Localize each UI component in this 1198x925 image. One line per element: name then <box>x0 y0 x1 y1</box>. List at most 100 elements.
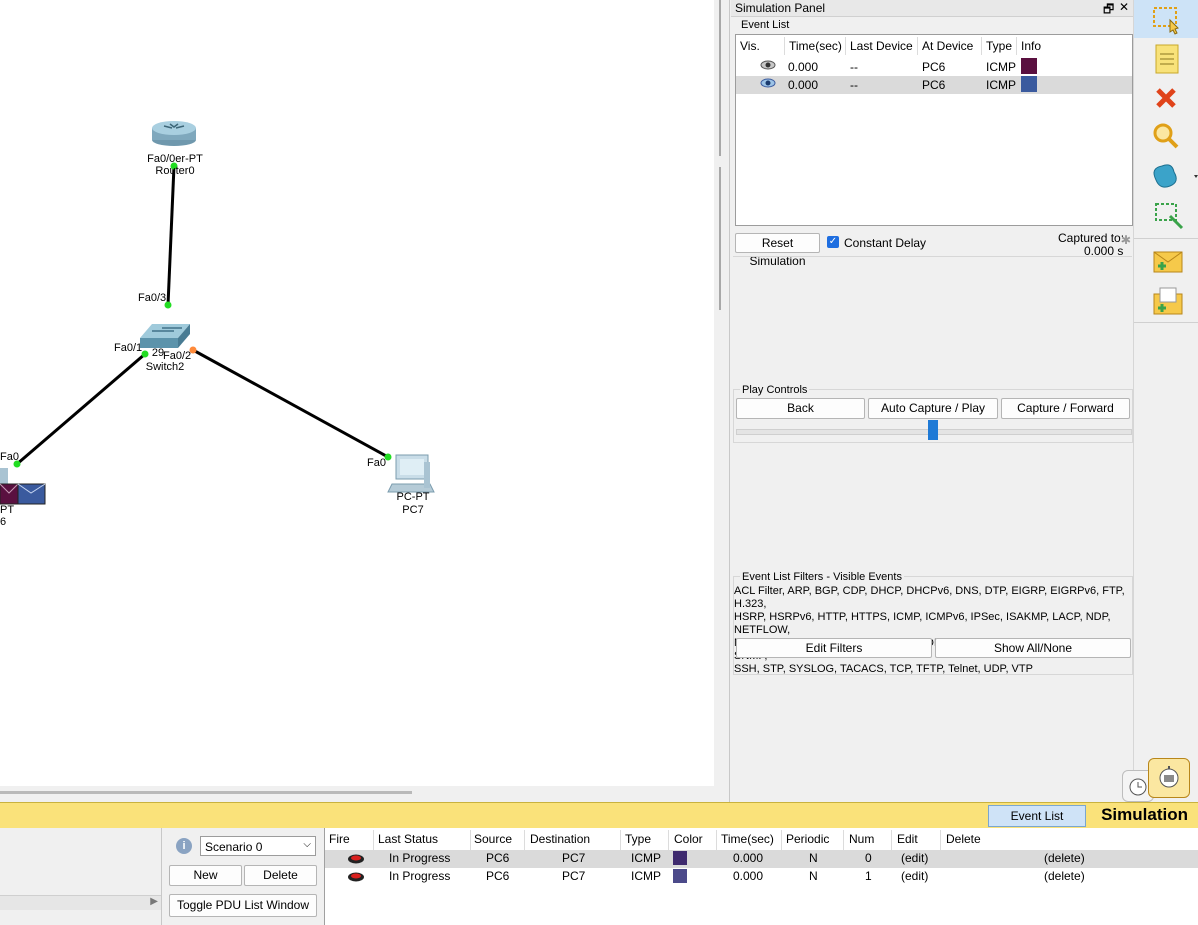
col-header[interactable]: Edit <box>897 832 918 846</box>
horizontal-scrollbar[interactable] <box>0 791 412 794</box>
col-header[interactable]: Delete <box>946 832 981 846</box>
auto-capture-play-button[interactable]: Auto Capture / Play <box>868 398 998 419</box>
delete-scenario-button[interactable]: Delete <box>244 865 317 886</box>
link-switch-pc6 <box>16 352 146 466</box>
col-header[interactable]: Color <box>674 832 703 846</box>
pdu-source: PC6 <box>486 851 510 865</box>
scroll-strip[interactable]: ▶ <box>0 895 161 910</box>
col-header[interactable]: Num <box>849 832 874 846</box>
show-all-none-button[interactable]: Show All/None <box>935 638 1131 658</box>
col-header[interactable]: Time(sec) <box>721 832 774 846</box>
draw-shape-tool[interactable] <box>1146 158 1198 194</box>
constant-delay-label: Constant Delay <box>844 236 927 250</box>
col-header[interactable]: Last Status <box>378 832 438 846</box>
pdu-time: 0.000 <box>733 869 764 883</box>
col-header[interactable]: Fire <box>329 832 350 846</box>
back-button[interactable]: Back <box>736 398 865 419</box>
filter-list: ACL Filter, ARP, BGP, CDP, DHCP, DHCPv6,… <box>734 585 1132 676</box>
pdu-time: 0.000 <box>733 851 764 865</box>
scenario-select[interactable]: Scenario 0 ⌵ <box>200 836 316 856</box>
filters-title: Event List Filters - Visible Events <box>740 571 904 583</box>
col-header[interactable]: Last Device <box>850 39 913 53</box>
fire-icon[interactable] <box>347 870 365 885</box>
captured-label: Captured to: <box>1058 231 1125 245</box>
col-header[interactable]: At Device <box>922 39 973 53</box>
vertical-scrollbar[interactable] <box>719 167 721 310</box>
canvas-footer <box>0 786 730 802</box>
pdu-row[interactable]: In Progress PC6 PC7 ICMP 0.000 N 0 (edit… <box>325 850 1198 868</box>
event-at-device: PC6 <box>922 78 946 92</box>
port-label: Fa0 <box>0 451 19 463</box>
event-color-swatch[interactable] <box>1021 76 1037 92</box>
col-header[interactable]: Type <box>986 39 1012 53</box>
col-header[interactable]: Info <box>1021 39 1041 53</box>
event-row[interactable]: 0.000 -- PC6 ICMP <box>736 58 1132 76</box>
eye-icon[interactable] <box>760 76 776 93</box>
topology-canvas[interactable]: Fa0/0er-PT Router0 Fa0/3 Fa0/1 Fa0/2 29 … <box>0 0 714 786</box>
shape-icon <box>1153 164 1198 188</box>
restore-icon[interactable]: 🗗 <box>1103 0 1114 21</box>
simulation-panel: Simulation Panel 🗗 ✕ Event List Vis. Tim… <box>731 0 1133 802</box>
close-icon[interactable]: ✕ <box>1119 0 1129 14</box>
switch-icon <box>140 324 190 348</box>
pdu-num: 1 <box>865 869 872 883</box>
scenario-panel: i Scenario 0 ⌵ New Delete Toggle PDU Lis… <box>162 828 322 925</box>
pdu-edit-link[interactable]: (edit) <box>901 851 928 865</box>
pc6-icon <box>0 468 46 505</box>
envelope-icon <box>1153 251 1183 273</box>
select-tool[interactable] <box>1134 0 1198 38</box>
pdu-delete-link[interactable]: (delete) <box>1044 869 1085 883</box>
router-name-label: Router0 <box>155 165 195 177</box>
fire-icon[interactable] <box>347 852 365 867</box>
col-header[interactable]: Type <box>625 832 651 846</box>
event-type: ICMP <box>986 78 1016 92</box>
simulation-mode-button[interactable] <box>1148 758 1190 798</box>
delete-tool[interactable] <box>1146 80 1186 116</box>
event-row[interactable]: 0.000 -- PC6 ICMP <box>736 76 1132 94</box>
edit-filters-button[interactable]: Edit Filters <box>736 638 932 658</box>
pdu-list-table[interactable]: Fire Last Status Source Destination Type… <box>324 828 1198 925</box>
pdu-type: ICMP <box>631 851 661 865</box>
sim-panel-titlebar: Simulation Panel 🗗 ✕ <box>731 0 1133 17</box>
add-complex-pdu-tool[interactable] <box>1146 284 1186 320</box>
delete-icon <box>1156 88 1176 108</box>
resize-icon <box>1155 203 1184 230</box>
col-header[interactable]: Periodic <box>786 832 829 846</box>
constant-delay-checkbox[interactable]: ✓ <box>827 236 839 248</box>
add-simple-pdu-tool[interactable] <box>1146 244 1186 280</box>
filter-line: HSRP, HSRPv6, HTTP, HTTPS, ICMP, ICMPv6,… <box>734 611 1111 636</box>
toggle-pdu-list-button[interactable]: Toggle PDU List Window <box>169 894 317 917</box>
pc6-name-label: 6 <box>0 516 7 528</box>
capture-forward-button[interactable]: Capture / Forward <box>1001 398 1130 419</box>
col-header[interactable]: Source <box>474 832 512 846</box>
speed-slider-thumb[interactable] <box>928 420 938 440</box>
scroll-right-icon[interactable]: ▶ <box>150 896 158 907</box>
col-header[interactable]: Vis. <box>740 39 760 53</box>
reset-simulation-button[interactable]: Reset Simulation <box>735 233 820 268</box>
pdu-row[interactable]: In Progress PC6 PC7 ICMP 0.000 N 1 (edit… <box>325 868 1198 886</box>
new-scenario-button[interactable]: New <box>169 865 242 886</box>
col-header[interactable]: Destination <box>530 832 590 846</box>
panel-divider[interactable] <box>729 0 730 802</box>
sim-panel-title: Simulation Panel <box>735 1 826 15</box>
note-tool[interactable] <box>1146 42 1186 78</box>
pdu-edit-link[interactable]: (edit) <box>901 869 928 883</box>
event-time: 0.000 <box>788 78 819 92</box>
eye-icon[interactable] <box>760 58 776 75</box>
asterisk-icon: ✱ <box>1121 233 1132 247</box>
pdu-periodic: N <box>809 869 818 883</box>
info-icon[interactable]: i <box>176 838 192 854</box>
inspect-tool[interactable] <box>1146 118 1186 154</box>
event-list-table[interactable]: Vis. Time(sec) Last Device At Device Typ… <box>735 34 1133 226</box>
select-icon <box>1153 7 1179 35</box>
pdu-destination: PC7 <box>562 869 586 883</box>
resize-tool[interactable] <box>1146 198 1186 234</box>
pdu-destination: PC7 <box>562 851 586 865</box>
event-list-toggle-button[interactable]: Event List <box>988 805 1086 827</box>
pdu-delete-link[interactable]: (delete) <box>1044 851 1085 865</box>
pdu-source: PC6 <box>486 869 510 883</box>
common-tools-bar <box>1122 0 1198 802</box>
vertical-scrollbar[interactable] <box>719 0 721 156</box>
event-color-swatch[interactable] <box>1021 58 1037 74</box>
col-header[interactable]: Time(sec) <box>789 39 842 53</box>
